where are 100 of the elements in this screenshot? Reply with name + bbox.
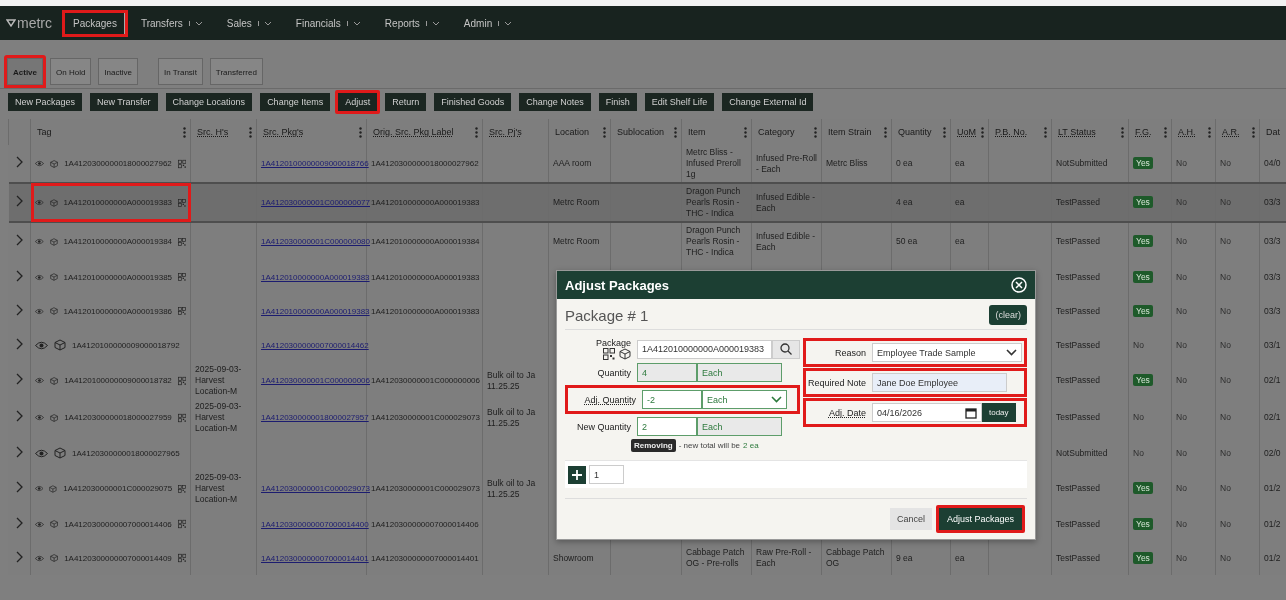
- package-link[interactable]: 1A412010000000A000019383: [261, 272, 370, 282]
- clear-button[interactable]: (clear): [989, 305, 1027, 325]
- column-header[interactable]: Src. Pkg's: [263, 127, 304, 137]
- column-menu-icon[interactable]: [249, 126, 252, 138]
- toolbar-button[interactable]: Adjust: [335, 90, 381, 114]
- package-link[interactable]: 1A4120100000009000018766: [261, 159, 369, 168]
- eye-icon[interactable]: [35, 306, 44, 316]
- package-link[interactable]: 1A4120300000007000014400: [261, 519, 369, 529]
- expand-chevron-icon[interactable]: [15, 481, 23, 493]
- column-menu-icon[interactable]: [981, 126, 984, 138]
- column-menu-icon[interactable]: [603, 126, 606, 138]
- column-menu-icon[interactable]: [814, 126, 817, 138]
- column-header[interactable]: A.H.: [1178, 127, 1196, 137]
- column-header[interactable]: Src. Pj's: [489, 127, 522, 137]
- column-menu-icon[interactable]: [183, 126, 186, 138]
- unit-field[interactable]: Each: [697, 363, 782, 382]
- expand-chevron-icon[interactable]: [15, 550, 23, 563]
- column-header[interactable]: Tag: [37, 127, 52, 137]
- package-link[interactable]: 1A4120300000018000027957: [261, 413, 369, 422]
- tab[interactable]: Inactive: [95, 55, 141, 88]
- unit-select[interactable]: Each: [702, 390, 787, 409]
- column-menu-icon[interactable]: [475, 126, 478, 138]
- package-field[interactable]: 1A412010000000A000019383: [637, 339, 772, 359]
- expand-chevron-icon[interactable]: [15, 373, 23, 385]
- eye-icon[interactable]: [35, 272, 44, 282]
- reason-select[interactable]: Employee Trade Sample: [872, 343, 1022, 362]
- column-menu-icon[interactable]: [1044, 126, 1047, 138]
- cube-icon[interactable]: [54, 339, 66, 351]
- package-link[interactable]: 1A412010000000A000019383: [261, 306, 370, 316]
- eye-icon[interactable]: [35, 198, 44, 207]
- expand-chevron-icon[interactable]: [15, 303, 23, 316]
- expand-chevron-icon[interactable]: [15, 410, 23, 422]
- expand-chevron-icon[interactable]: [15, 195, 23, 207]
- package-link[interactable]: 1A4120300000007000014462: [261, 340, 369, 350]
- column-header[interactable]: Location: [555, 127, 590, 137]
- column-header[interactable]: UoM: [957, 127, 976, 137]
- nav-menu-item[interactable]: Packages: [62, 9, 128, 37]
- package-link[interactable]: 1A4120300000007000014401: [261, 553, 369, 563]
- column-header[interactable]: Orig. Src. Pkg Label: [373, 127, 454, 137]
- package-link[interactable]: 1A412030000001C000000006: [261, 376, 370, 385]
- eye-icon[interactable]: [35, 413, 44, 422]
- cancel-button[interactable]: Cancel: [889, 508, 932, 530]
- expand-chevron-icon[interactable]: [15, 516, 23, 529]
- eye-icon[interactable]: [35, 553, 44, 563]
- eye-icon[interactable]: [35, 237, 44, 246]
- quantity-field[interactable]: 4: [637, 363, 697, 382]
- add-button[interactable]: [568, 465, 586, 484]
- package-link[interactable]: 1A412030000001C000000080: [261, 237, 370, 246]
- column-header[interactable]: P.B. No.: [995, 127, 1028, 137]
- column-menu-icon[interactable]: [1121, 126, 1124, 138]
- eye-icon[interactable]: [35, 159, 44, 168]
- new-quantity-field[interactable]: 2: [637, 417, 697, 436]
- column-header[interactable]: Sublocation: [617, 127, 665, 137]
- table-cell: 1A412030000001C000000006: [371, 376, 480, 385]
- column-menu-icon[interactable]: [884, 126, 887, 138]
- tab[interactable]: Active: [4, 55, 46, 88]
- column-header[interactable]: F.G.: [1135, 127, 1152, 137]
- cube-icon[interactable]: [54, 447, 66, 459]
- close-icon[interactable]: [1011, 277, 1027, 293]
- eye-icon[interactable]: [35, 484, 44, 493]
- toolbar-button[interactable]: Change Notes: [516, 90, 594, 114]
- eye-icon[interactable]: [35, 448, 48, 458]
- search-button[interactable]: [772, 339, 800, 359]
- calendar-icon[interactable]: [965, 406, 977, 419]
- cube-icon[interactable]: [619, 348, 631, 360]
- expand-chevron-icon[interactable]: [15, 269, 23, 282]
- package-link[interactable]: 1A412030000001C000000077: [261, 198, 370, 207]
- column-menu-icon[interactable]: [1164, 126, 1167, 138]
- expand-chevron-icon[interactable]: [15, 337, 23, 350]
- column-menu-icon[interactable]: [744, 126, 747, 138]
- column-header[interactable]: Dat: [1266, 127, 1280, 137]
- column-header[interactable]: LT Status: [1058, 127, 1096, 137]
- qr-code-icon[interactable]: [603, 348, 615, 360]
- eye-icon[interactable]: [35, 340, 48, 350]
- eye-icon[interactable]: [35, 519, 44, 529]
- expand-chevron-icon[interactable]: [15, 234, 23, 246]
- column-header[interactable]: Item Strain: [828, 127, 872, 137]
- column-menu-icon[interactable]: [359, 126, 362, 138]
- adjust-quantity-field[interactable]: -2: [642, 390, 702, 409]
- column-header[interactable]: A.R.: [1222, 127, 1240, 137]
- column-header[interactable]: Category: [758, 127, 795, 137]
- column-header[interactable]: Quantity: [898, 127, 932, 137]
- column-menu-icon[interactable]: [1252, 126, 1255, 138]
- note-field[interactable]: Jane Doe Employee: [872, 373, 1007, 392]
- column-menu-icon[interactable]: [674, 126, 677, 138]
- count-field[interactable]: 1: [589, 465, 624, 484]
- eye-icon[interactable]: [35, 376, 44, 385]
- column-menu-icon[interactable]: [1208, 126, 1211, 138]
- unit-field[interactable]: Each: [697, 417, 782, 436]
- column-menu-icon[interactable]: [943, 126, 946, 138]
- package-link[interactable]: 1A412030000001C000029073: [261, 484, 370, 493]
- expand-chevron-icon[interactable]: [15, 156, 23, 168]
- adjust-packages-button[interactable]: Adjust Packages: [935, 505, 1025, 533]
- date-field[interactable]: 04/16/2026: [872, 403, 982, 422]
- toolbar-button[interactable]: New Transfer: [87, 90, 161, 114]
- expand-chevron-icon[interactable]: [15, 445, 23, 458]
- today-button[interactable]: today: [982, 403, 1016, 422]
- column-header[interactable]: Item: [688, 127, 706, 137]
- column-header[interactable]: Src. H's: [197, 127, 229, 137]
- logo[interactable]: metrc: [6, 15, 52, 31]
